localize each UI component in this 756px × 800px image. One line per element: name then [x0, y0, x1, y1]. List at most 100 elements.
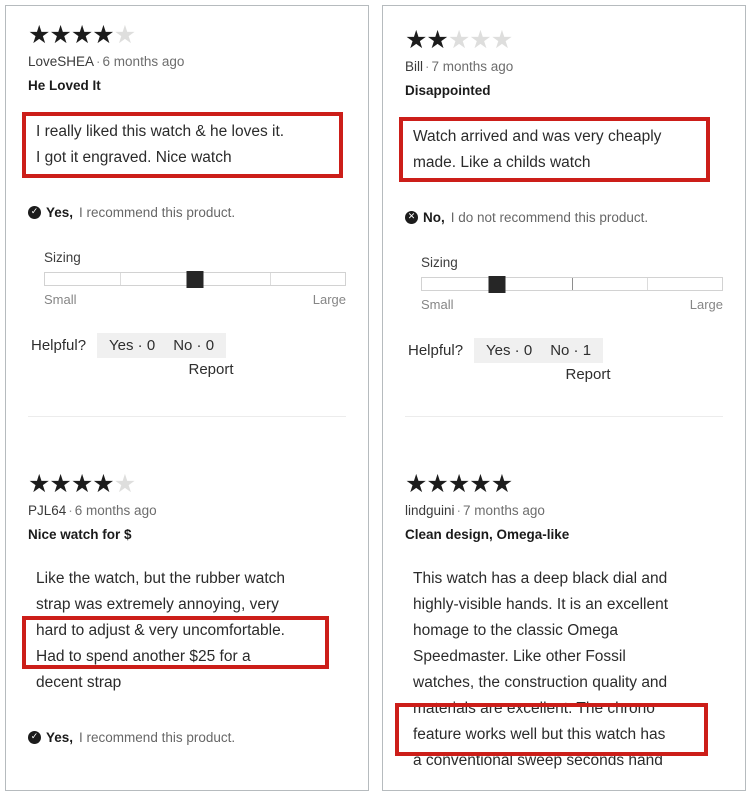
report-row: Report	[405, 366, 723, 383]
helpful-label: Helpful?	[31, 337, 87, 354]
meta-separator: ·	[425, 59, 430, 74]
review-line: watches, the construction quality and	[413, 674, 668, 691]
review-line: Speedmaster. Like other Fossil	[413, 648, 626, 665]
star-glyph: ★	[113, 469, 136, 498]
star-glyph: ★	[92, 20, 114, 49]
helpful-no-button[interactable]: No · 1	[550, 342, 591, 359]
sizing-label: Sizing	[421, 255, 458, 270]
sizing-small-label: Small	[421, 297, 454, 312]
review-card: ★★★★★ lindguini · 7 months ago Clean desig…	[405, 417, 723, 774]
recommend-comma: ,	[69, 205, 74, 220]
review-title: He Loved It	[28, 78, 101, 93]
helpful-no-button[interactable]: No · 0	[173, 337, 214, 354]
review-line: hard to adjust & very uncomfortable.	[36, 622, 285, 639]
slider-tick	[647, 278, 648, 290]
slider-knob[interactable]	[488, 276, 506, 293]
sizing-block: Sizing Small Large	[28, 250, 346, 307]
report-button[interactable]: Report	[565, 366, 610, 383]
meta-separator: ·	[68, 503, 73, 518]
recommend-comma: ,	[441, 210, 445, 225]
recommend-comma: ,	[69, 730, 74, 745]
helpful-label: Helpful?	[408, 342, 464, 359]
star-glyph: ★	[490, 25, 513, 54]
review-panel-left: ★★★★★ LoveSHEA · 6 months ago He Loved It …	[5, 5, 369, 791]
review-line: Like the watch, but the rubber watch	[36, 570, 286, 587]
review-age: 7 months ago	[463, 503, 545, 518]
star-glyph: ★	[70, 469, 93, 498]
star-rating: ★★★★★	[28, 471, 346, 496]
slider-tick	[270, 273, 271, 285]
review-meta: PJL64 · 6 months ago	[28, 503, 346, 518]
sizing-small-label: Small	[44, 292, 77, 307]
star-rating: ★★★★★	[405, 471, 723, 496]
review-line: homage to the classic Omega	[413, 622, 619, 639]
review-body: This watch has a deep black dial and hig…	[405, 556, 723, 774]
recommend-text: I recommend this product.	[79, 730, 236, 745]
review-line: highly-visible hands. It is an excellent	[413, 596, 669, 613]
star-glyph: ★	[28, 20, 50, 49]
sizing-large-label: Large	[689, 297, 723, 312]
review-line: Watch arrived and was very cheaply	[413, 128, 662, 145]
review-meta: LoveSHEA · 6 months ago	[28, 54, 346, 69]
review-age: 6 months ago	[102, 54, 185, 69]
star-glyph: ★	[405, 25, 427, 54]
star-rating: ★★★★★	[405, 27, 723, 52]
review-card: ★★★★★ Bill · 7 months ago Disappointed Wat…	[405, 6, 723, 383]
review-body: I really liked this watch & he loves it.…	[28, 107, 346, 183]
review-author: PJL64	[28, 503, 67, 518]
meta-separator: ·	[96, 54, 101, 69]
star-glyph: ★	[28, 469, 50, 498]
review-line: This watch has a deep black dial and	[413, 570, 668, 587]
star-glyph: ★	[92, 469, 114, 498]
recommend-text: I do not recommend this product.	[450, 210, 649, 225]
helpful-row: Helpful? Yes · 0 No · 1	[405, 338, 723, 363]
review-title: Clean design, Omega-like	[405, 527, 570, 542]
slider-knob[interactable]	[186, 271, 204, 288]
review-board: ★★★★★ LoveSHEA · 6 months ago He Loved It …	[0, 0, 756, 800]
review-title: Nice watch for $	[28, 527, 132, 542]
recommend-answer: Yes	[46, 205, 70, 220]
review-body: Watch arrived and was very cheaply made.…	[405, 112, 723, 188]
helpful-yes-button[interactable]: Yes · 0	[486, 342, 532, 359]
review-panel-right: ★★★★★ Bill · 7 months ago Disappointed Wat…	[382, 5, 746, 791]
report-button[interactable]: Report	[188, 361, 233, 378]
review-line: Had to spend another $25 for a	[36, 648, 251, 665]
review-author: LoveSHEA	[28, 54, 95, 69]
check-circle-icon: ✓	[28, 206, 41, 219]
review-line: a conventional sweep seconds hand	[413, 752, 663, 769]
sizing-label: Sizing	[44, 250, 81, 265]
sizing-slider[interactable]	[44, 271, 346, 288]
recommend-answer: Yes	[46, 730, 70, 745]
star-rating: ★★★★★	[28, 22, 346, 47]
star-glyph: ★	[447, 25, 470, 54]
recommendation-row: ✕ No, I do not recommend this product.	[405, 210, 723, 225]
review-body: Like the watch, but the rubber watch str…	[28, 556, 346, 696]
review-meta: lindguini · 7 months ago	[405, 503, 723, 518]
star-glyph: ★	[469, 25, 491, 54]
vote-group: Yes · 0 No · 1	[474, 338, 604, 363]
review-line: made. Like a childs watch	[413, 154, 591, 171]
sizing-large-label: Large	[312, 292, 346, 307]
star-glyph: ★	[426, 25, 448, 54]
recommendation-row: ✓ Yes, I recommend this product.	[28, 205, 346, 220]
star-glyph: ★	[113, 20, 136, 49]
review-title: Disappointed	[405, 83, 491, 98]
review-line: decent strap	[36, 674, 122, 691]
recommendation-row: ✓ Yes, I recommend this product.	[28, 730, 346, 745]
sizing-slider[interactable]	[421, 276, 723, 293]
sizing-block: Sizing Small Large	[405, 255, 723, 312]
review-card: ★★★★★ PJL64 · 6 months ago Nice watch for …	[28, 417, 346, 745]
helpful-yes-button[interactable]: Yes · 0	[109, 337, 155, 354]
review-line: materials are excellent. The chrono	[413, 700, 655, 717]
star-glyph: ★	[426, 469, 448, 498]
helpful-row: Helpful? Yes · 0 No · 0	[28, 333, 346, 358]
review-author: Bill	[405, 59, 424, 74]
star-glyph: ★	[70, 20, 93, 49]
star-glyph: ★	[490, 469, 513, 498]
sizing-scale-labels: Small Large	[44, 292, 346, 307]
sizing-scale-labels: Small Large	[421, 297, 723, 312]
vote-group: Yes · 0 No · 0	[97, 333, 227, 358]
star-glyph: ★	[49, 469, 71, 498]
star-glyph: ★	[447, 469, 470, 498]
review-age: 6 months ago	[74, 503, 157, 518]
